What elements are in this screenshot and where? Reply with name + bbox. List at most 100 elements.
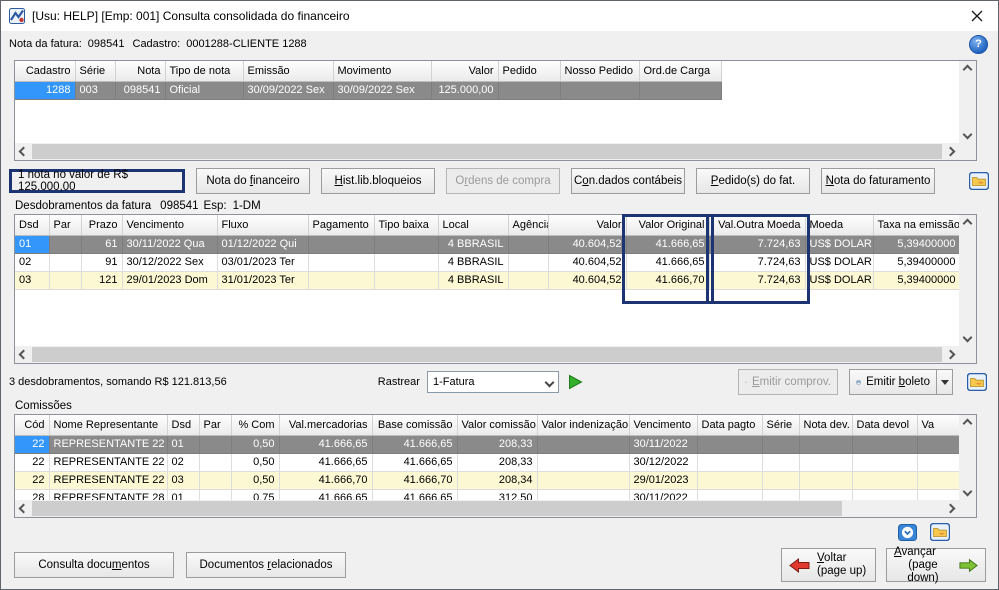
table-cell[interactable]: 01 (167, 489, 199, 500)
table-cell[interactable]: 7.724,63 (709, 253, 805, 271)
table-cell[interactable]: 208,34 (457, 471, 537, 489)
table-cell[interactable]: 208,33 (457, 453, 537, 471)
table-cell[interactable]: 0,50 (231, 471, 279, 489)
table-cell[interactable] (762, 453, 799, 471)
table-cell[interactable]: 7.724,63 (709, 271, 805, 289)
table-cell[interactable]: 003 (75, 81, 115, 99)
table-cell[interactable]: REPRESENTANTE 22 (49, 471, 167, 489)
table-cell[interactable]: 41.666,65 (279, 489, 372, 500)
table-row[interactable]: 22REPRESENTANTE 22030,5041.666,7041.666,… (15, 471, 959, 489)
table-cell[interactable]: 125.000,00 (431, 81, 498, 99)
table-cell[interactable] (49, 235, 81, 253)
column-header-valor[interactable]: Valor (548, 215, 626, 235)
scrollbar-thumb[interactable] (32, 501, 842, 516)
desdobramentos-vertical-scrollbar[interactable] (959, 215, 976, 346)
table-cell[interactable]: 1288 (15, 81, 75, 99)
table-cell[interactable]: 22 (15, 435, 49, 453)
table-cell[interactable] (799, 453, 852, 471)
scroll-right-icon[interactable] (942, 143, 959, 160)
table-cell[interactable]: 121 (81, 271, 122, 289)
table-cell[interactable] (508, 235, 548, 253)
column-header-valor-comiss-o[interactable]: Valor comissão (457, 415, 537, 435)
column-header-valor-indeniza-o[interactable]: Valor indenização (537, 415, 629, 435)
folder-shortcut-button[interactable] (929, 522, 951, 542)
scroll-left-icon[interactable] (15, 143, 32, 160)
table-cell[interactable] (49, 253, 81, 271)
table-cell[interactable]: 03 (15, 271, 49, 289)
table-cell[interactable]: 30/11/2022 (629, 489, 697, 500)
scrollbar-thumb[interactable] (32, 144, 942, 159)
table-cell[interactable]: 41.666,65 (279, 435, 372, 453)
column-header-dsd[interactable]: Dsd (15, 215, 49, 235)
table-cell[interactable] (308, 253, 374, 271)
table-cell[interactable]: 41.666,65 (626, 235, 709, 253)
table-cell[interactable]: 30/11/2022 Qua (122, 235, 217, 253)
table-cell[interactable]: 0,75 (231, 489, 279, 500)
table-cell[interactable]: 28 (15, 489, 49, 500)
table-cell[interactable]: 41.666,70 (279, 471, 372, 489)
pedidos-do-fat-button[interactable]: Pedido(s) do fat. (696, 168, 810, 194)
column-header-val-outra-moeda[interactable]: Val.Outra Moeda (709, 215, 805, 235)
rastrear-play-button[interactable] (565, 372, 587, 392)
column-header-base-comiss-o[interactable]: Base comissão (372, 415, 457, 435)
column-header-ag-ncia[interactable]: Agência (508, 215, 548, 235)
table-cell[interactable] (762, 435, 799, 453)
scroll-up-icon[interactable] (959, 415, 976, 432)
column-header-val-mercadorias[interactable]: Val.mercadorias (279, 415, 372, 435)
table-cell[interactable]: 0,50 (231, 453, 279, 471)
table-row[interactable]: 016130/11/2022 Qua01/12/2022 Qui4 BBRASI… (15, 235, 959, 253)
table-cell[interactable]: 41.666,70 (626, 271, 709, 289)
ordens-compra-button[interactable]: Ordens de compra (446, 168, 560, 194)
table-cell[interactable]: 41.666,70 (372, 471, 457, 489)
table-cell[interactable]: 4 BBRASIL (438, 253, 508, 271)
table-cell[interactable] (537, 435, 629, 453)
table-row[interactable]: 22REPRESENTANTE 22020,5041.666,6541.666,… (15, 453, 959, 471)
table-cell[interactable]: US$ DOLAR (805, 235, 873, 253)
table-cell[interactable] (308, 271, 374, 289)
column-header-tipo-baixa[interactable]: Tipo baixa (374, 215, 438, 235)
nota-faturamento-button[interactable]: Nota do faturamento (821, 168, 935, 194)
table-cell[interactable]: 5,39400000 (873, 235, 959, 253)
hist-lib-bloqueios-button[interactable]: Hist.lib.bloqueios (321, 168, 435, 194)
table-cell[interactable] (852, 471, 917, 489)
table-cell[interactable]: 30/09/2022 Sex (333, 81, 431, 99)
table-cell[interactable] (917, 471, 959, 489)
column-header-prazo[interactable]: Prazo (81, 215, 122, 235)
table-cell[interactable]: 29/01/2023 Dom (122, 271, 217, 289)
table-cell[interactable]: 02 (15, 253, 49, 271)
table-cell[interactable]: Oficial (165, 81, 243, 99)
table-cell[interactable] (537, 489, 629, 500)
table-cell[interactable]: 91 (81, 253, 122, 271)
table-cell[interactable]: 30/12/2022 Sex (122, 253, 217, 271)
column-header-fluxo[interactable]: Fluxo (217, 215, 308, 235)
table-cell[interactable] (762, 489, 799, 500)
table-cell[interactable]: REPRESENTANTE 22 (49, 453, 167, 471)
table-cell[interactable]: 5,39400000 (873, 253, 959, 271)
table-cell[interactable] (917, 453, 959, 471)
comissoes-vertical-scrollbar[interactable] (959, 415, 976, 500)
column-header-par[interactable]: Par (49, 215, 81, 235)
table-cell[interactable] (308, 235, 374, 253)
table-cell[interactable]: US$ DOLAR (805, 253, 873, 271)
folder-shortcut-button[interactable] (966, 372, 988, 392)
table-cell[interactable]: 0,50 (231, 435, 279, 453)
column-header-nome-representante[interactable]: Nome Representante (49, 415, 167, 435)
column-header-cadastro[interactable]: Cadastro (15, 61, 75, 81)
table-cell[interactable]: 03/01/2023 Ter (217, 253, 308, 271)
column-header-movimento[interactable]: Movimento (333, 61, 431, 81)
table-cell[interactable] (199, 435, 231, 453)
table-cell[interactable] (697, 453, 762, 471)
table-cell[interactable]: 41.666,65 (372, 489, 457, 500)
column-header-data-pagto[interactable]: Data pagto (697, 415, 762, 435)
table-cell[interactable]: 41.666,65 (279, 453, 372, 471)
table-cell[interactable]: 312,50 (457, 489, 537, 500)
table-cell[interactable]: 31/01/2023 Ter (217, 271, 308, 289)
table-cell[interactable] (537, 471, 629, 489)
column-header-vencimento[interactable]: Vencimento (629, 415, 697, 435)
scroll-up-icon[interactable] (959, 215, 976, 232)
column-header-moeda[interactable]: Moeda (805, 215, 873, 235)
scroll-right-icon[interactable] (942, 346, 959, 363)
table-cell[interactable] (199, 453, 231, 471)
table-cell[interactable] (199, 471, 231, 489)
column-header-ord-de-carga[interactable]: Ord.de Carga (639, 61, 721, 81)
